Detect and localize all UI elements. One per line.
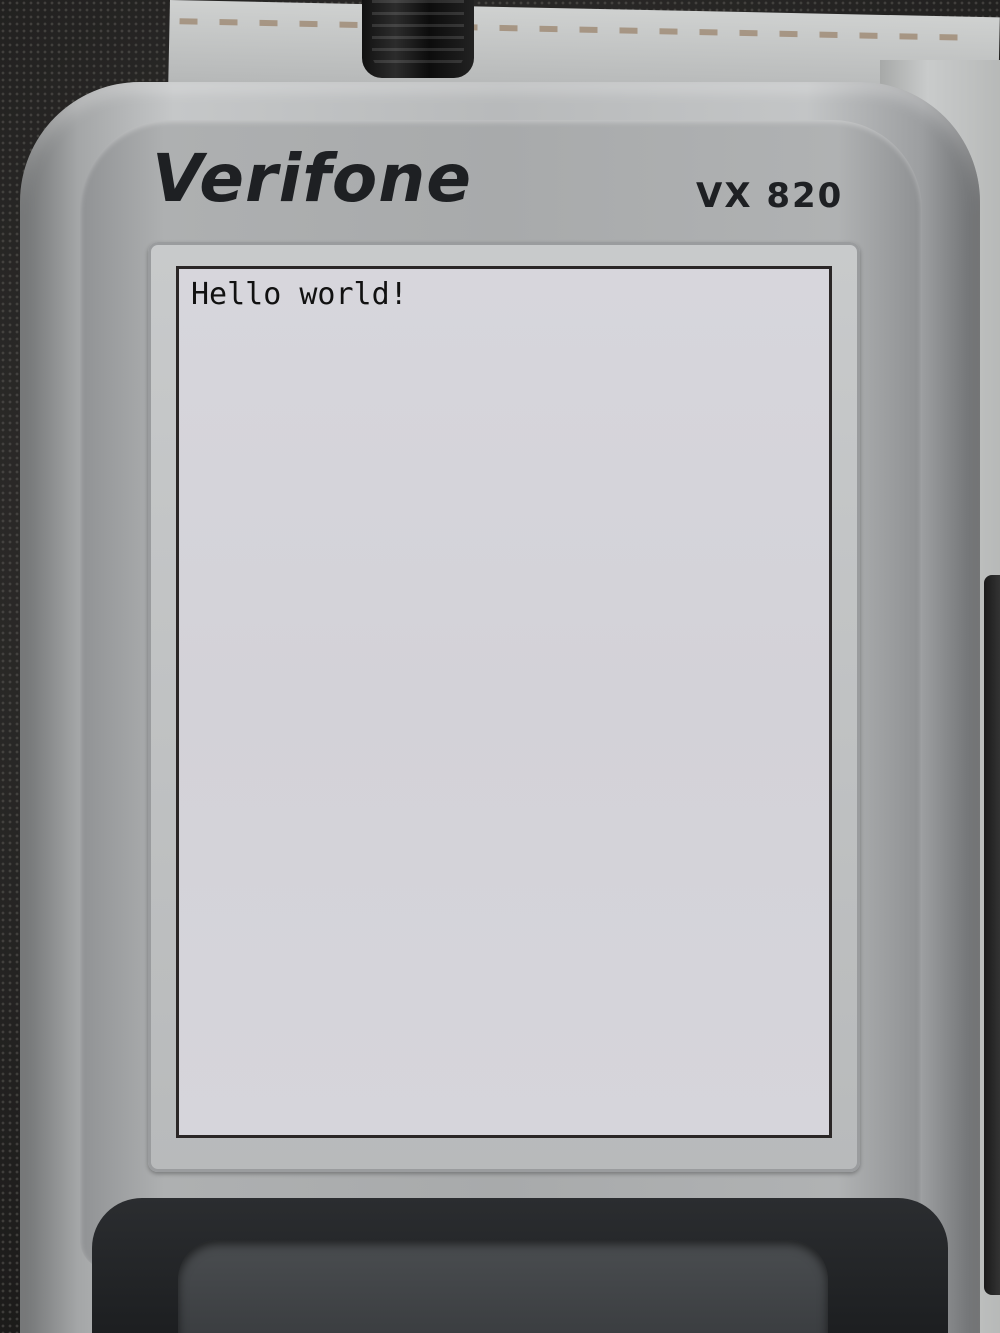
lcd-screen: Hello world! [176, 266, 832, 1138]
power-cable [362, 0, 474, 78]
keypad-window [178, 1240, 828, 1333]
model-label: VX 820 [696, 176, 844, 216]
brand-logo: Verifone [152, 140, 473, 217]
screen-message: Hello world! [191, 277, 408, 312]
card-slot [984, 575, 1000, 1295]
